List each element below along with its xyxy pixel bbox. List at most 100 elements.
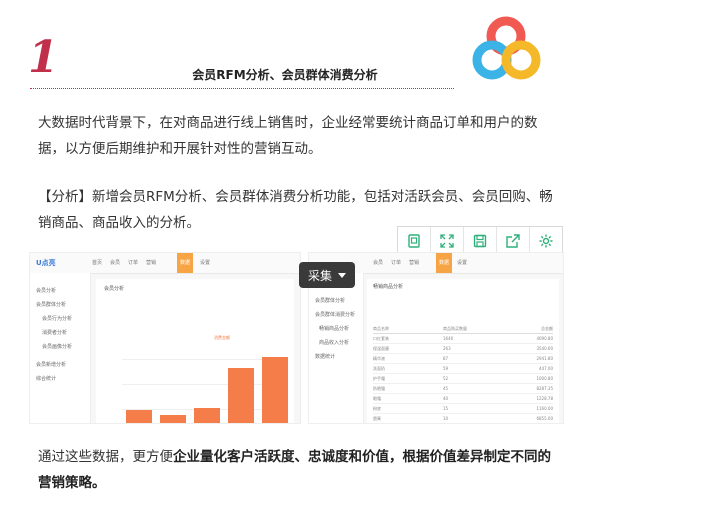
table-cell: 口红套装 xyxy=(373,336,389,341)
table-cell: 3540.60 xyxy=(536,346,553,351)
share-button[interactable] xyxy=(497,227,530,255)
table-cell: 4090.80 xyxy=(536,336,553,341)
settings-button[interactable] xyxy=(530,227,562,255)
table-cell: 粉底 xyxy=(373,406,381,411)
sidebar-item[interactable]: 会员新增分析 xyxy=(36,361,66,368)
table-row: 粉底 15 1160.00 xyxy=(373,405,553,414)
app-topbar: U点亮 首页 会员 订单 营销 数据 设置 xyxy=(30,253,300,274)
brand-logo-icon xyxy=(472,16,541,80)
nav-item[interactable]: 营销 xyxy=(146,259,156,266)
fullscreen-icon xyxy=(440,234,454,248)
column-header: 商品购买数量 xyxy=(443,326,467,331)
table-cell: 2941.80 xyxy=(536,356,553,361)
save-button[interactable] xyxy=(464,227,497,255)
table-cell: 唇膏 xyxy=(373,416,381,421)
sidebar-item[interactable]: 会员分析 xyxy=(36,287,56,294)
table-cell: 45 xyxy=(443,386,449,391)
nav-item[interactable]: 营销 xyxy=(409,259,419,266)
section-title: 会员RFM分析、会员群体消费分析 xyxy=(192,68,378,82)
nav-item[interactable]: 订单 xyxy=(391,259,401,266)
table-cell: 1000.80 xyxy=(536,376,553,381)
app-sidebar: 会员群体分析 会员群体消费分析 畅销商品分析 商品收入分析 数据统计 xyxy=(309,273,364,423)
table-cell: 52 xyxy=(443,376,449,381)
nav-item[interactable]: 设置 xyxy=(457,259,467,266)
copy-icon xyxy=(408,234,420,248)
nav-item[interactable]: 首页 xyxy=(92,259,102,266)
conclusion-text: 通过这些数据，更方便 xyxy=(38,449,173,465)
caret-down-icon xyxy=(338,272,346,278)
chart-bar xyxy=(126,410,152,423)
table-row: 保湿面膜 263 3540.60 xyxy=(373,345,553,354)
app-brand: U点亮 xyxy=(36,259,56,267)
table-cell: 护手霜 xyxy=(373,376,385,381)
table-row: 眼霜 40 1228.78 xyxy=(373,395,553,404)
table-cell: 精华液 xyxy=(373,356,385,361)
table-row: 防晒霜 45 8287.35 xyxy=(373,385,553,394)
table-row: 口红套装 1640 4090.80 xyxy=(373,335,553,344)
table-row: 唇膏 10 6855.00 xyxy=(373,415,553,423)
panel-title: 畅销商品分析 xyxy=(373,284,404,290)
chart-bar xyxy=(160,415,186,423)
column-header: 总金额 xyxy=(541,326,553,331)
table-cell: 263 xyxy=(443,346,451,351)
gridline xyxy=(122,359,282,360)
table-cell: 15 xyxy=(443,406,449,411)
app-sidebar: 会员分析 会员群体分析 会员行为分析 消费者分析 会员画像分析 会员新增分析 综… xyxy=(30,273,91,423)
save-icon xyxy=(473,234,487,248)
table-cell: 保湿面膜 xyxy=(373,346,389,351)
table-cell: 1160.00 xyxy=(536,406,553,411)
nav-item[interactable]: 设置 xyxy=(200,259,210,266)
sidebar-item[interactable]: 综合统计 xyxy=(36,375,56,382)
chart-bar xyxy=(228,368,254,423)
section-number: 1 xyxy=(28,32,59,83)
dotted-divider xyxy=(30,88,454,89)
screenshot-member-analysis: U点亮 首页 会员 订单 营销 数据 设置 会员分析 会员群体分析 会员行为分析… xyxy=(29,252,301,424)
table-panel: 畅销商品分析 商品名称 商品购买数量 总金额 口红套装 1640 4090.80 保湿… xyxy=(367,279,559,423)
sidebar-item[interactable]: 商品收入分析 xyxy=(319,339,349,346)
collect-label: 采集 xyxy=(307,268,332,283)
sidebar-item[interactable]: 畅销商品分析 xyxy=(319,325,349,332)
sidebar-item[interactable]: 数据统计 xyxy=(315,353,335,360)
chart-bar xyxy=(262,357,288,423)
table-cell: 447.00 xyxy=(539,366,553,371)
chart-panel: 会员分析 消费金额 xyxy=(96,279,294,423)
panel-title: 会员分析 xyxy=(104,286,125,292)
table-row: 护手霜 52 1000.80 xyxy=(373,375,553,384)
table-header: 商品名称 商品购买数量 总金额 xyxy=(373,325,553,334)
table-cell: 6855.00 xyxy=(536,416,553,421)
sidebar-item[interactable]: 会员画像分析 xyxy=(42,343,72,350)
table-cell: 1640 xyxy=(443,336,454,341)
sidebar-item[interactable]: 会员群体消费分析 xyxy=(315,311,355,318)
table-cell: 8287.35 xyxy=(536,386,553,391)
table-cell: 87 xyxy=(443,356,449,361)
table-cell: 10 xyxy=(443,416,449,421)
nav-item[interactable]: 数据 xyxy=(439,259,449,266)
settings-icon xyxy=(539,234,553,248)
table-cell: 洗面奶 xyxy=(373,366,385,371)
nav-item[interactable]: 数据 xyxy=(180,259,190,266)
share-icon xyxy=(506,234,520,248)
sidebar-item[interactable]: 会员行为分析 xyxy=(42,315,72,322)
table-cell: 防晒霜 xyxy=(373,386,385,391)
nav-item[interactable]: 会员 xyxy=(373,259,383,266)
table-cell: 59 xyxy=(443,366,449,371)
chart-bar xyxy=(194,408,220,423)
intro-paragraph: 大数据时代背景下，在对商品进行线上销售时，企业经常要统计商品订单和用户的数据，以… xyxy=(38,115,538,157)
nav-item[interactable]: 订单 xyxy=(128,259,138,266)
table-cell: 40 xyxy=(443,396,449,401)
nav-item[interactable]: 会员 xyxy=(110,259,120,266)
column-header: 商品名称 xyxy=(373,326,389,331)
sidebar-item[interactable]: 消费者分析 xyxy=(42,329,67,336)
sidebar-item[interactable]: 会员群体分析 xyxy=(315,297,345,304)
sidebar-item[interactable]: 会员群体分析 xyxy=(36,301,66,308)
gridline xyxy=(122,384,282,385)
table-row: 精华液 87 2941.80 xyxy=(373,355,553,364)
table-cell: 1228.78 xyxy=(536,396,553,401)
copy-button[interactable] xyxy=(398,227,431,255)
bar-chart xyxy=(122,349,288,423)
table-row: 洗面奶 59 447.00 xyxy=(373,365,553,374)
conclusion-paragraph: 通过这些数据，更方便企业量化客户活跃度、忠诚度和价值，根据价值差异制定不同的营销… xyxy=(38,444,558,496)
fullscreen-button[interactable] xyxy=(431,227,464,255)
collect-button[interactable]: 采集 xyxy=(299,262,355,288)
chart-legend: 消费金额 xyxy=(214,335,230,340)
